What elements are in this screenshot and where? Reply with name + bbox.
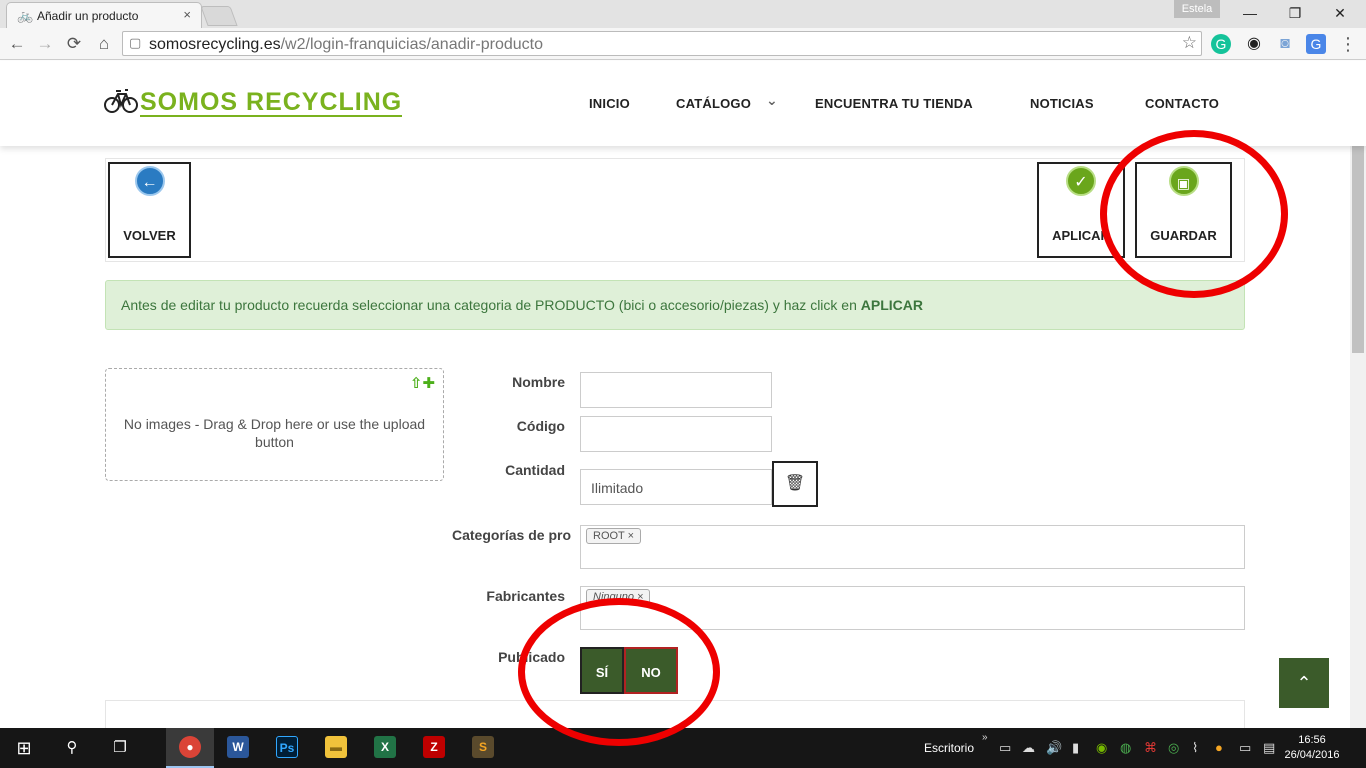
publicado-label: Publicado (498, 649, 565, 665)
chevron-down-icon[interactable]: ⌄ (766, 92, 778, 109)
nav-noticias[interactable]: NOTICIAS (1030, 96, 1094, 111)
onedrive-cloud-icon[interactable]: ☁ (1022, 740, 1035, 756)
clock-date: 26/04/2016 (1284, 749, 1340, 761)
bicycle-icon: 🚲 (17, 8, 34, 23)
restore-icon[interactable]: ❐ (1272, 2, 1318, 24)
url-text: somosrecycling.es/w2/login-franquicias/a… (149, 36, 543, 54)
bookmark-star-icon[interactable]: ☆ (1182, 33, 1197, 53)
categorias-label: Categorías de pro (451, 527, 571, 543)
tab-close-icon[interactable]: × (183, 7, 191, 22)
publicado-yes-button[interactable]: SÍ (580, 647, 624, 694)
categorias-select[interactable] (580, 525, 1245, 569)
guardar-button[interactable]: ▣ GUARDAR (1135, 162, 1232, 258)
trash-icon: 🗑 (784, 475, 806, 492)
network-globe-icon[interactable]: ◍ (1120, 740, 1131, 756)
url-path: /w2/login-franquicias/anadir-producto (280, 36, 543, 53)
excel-app-icon[interactable]: X (374, 736, 396, 758)
guardar-label: GUARDAR (1150, 228, 1217, 243)
page-icon: ▢ (129, 35, 142, 50)
url-host: somosrecycling.es (149, 36, 281, 53)
display-icon[interactable]: ▭ (1239, 740, 1251, 756)
nombre-input[interactable] (580, 372, 772, 408)
chevron-up-icon: ⌃ (1296, 673, 1312, 693)
page-scrollbar-thumb[interactable] (1352, 113, 1364, 353)
avast-icon[interactable]: ● (1215, 740, 1223, 755)
bicycle-logo-icon (104, 89, 138, 113)
notifications-icon[interactable]: ▤ (1263, 740, 1275, 756)
owl-icon[interactable]: ◉ (1244, 34, 1264, 54)
chrome-app-icon[interactable]: ● (179, 736, 201, 758)
publicado-no-button[interactable]: NO (624, 647, 678, 694)
volume-icon[interactable]: 🔊 (1046, 740, 1062, 756)
home-icon[interactable]: ⌂ (92, 32, 116, 56)
windows-start-icon[interactable]: ⊞ (4, 732, 44, 764)
volver-button[interactable]: ← VOLVER (108, 162, 191, 258)
windows-taskbar: ⊞ ⚲ ❐ ● W Ps ▬ X Z S Escritorio » ▭ ☁ 🔊 … (0, 728, 1366, 768)
camera-icon[interactable]: ◙ (1275, 34, 1295, 54)
fabricantes-label: Fabricantes (486, 588, 565, 604)
nvidia-icon[interactable]: ◉ (1096, 740, 1107, 756)
whatsapp-icon[interactable]: ◎ (1168, 740, 1179, 756)
tab-title: Añadir un producto (37, 9, 139, 23)
cantidad-input[interactable]: Ilimitado (580, 469, 772, 505)
logo-text: SOMOS RECYCLING (140, 88, 403, 117)
aplicar-button[interactable]: ✓ APLICAR (1037, 162, 1125, 258)
desktop-toolbar-label[interactable]: Escritorio (924, 741, 974, 755)
address-bar[interactable]: ▢ somosrecycling.es/w2/login-franquicias… (122, 31, 1202, 56)
grammarly-icon[interactable]: G (1211, 34, 1231, 54)
nav-catalogo[interactable]: CATÁLOGO (676, 96, 751, 111)
word-app-icon[interactable]: W (227, 736, 249, 758)
file-explorer-icon[interactable]: ▬ (325, 736, 347, 758)
close-window-icon[interactable]: ✕ (1317, 2, 1363, 24)
photoshop-app-icon[interactable]: Ps (276, 736, 298, 758)
search-icon[interactable]: ⚲ (52, 732, 92, 764)
filezilla-app-icon[interactable]: Z (423, 736, 445, 758)
browser-tab-bar: 🚲 Añadir un producto × Estela — ❐ ✕ (0, 0, 1366, 28)
floppy-disk-icon: ▣ (1168, 166, 1199, 196)
image-dropzone[interactable]: ⇧✚ No images - Drag & Drop here or use t… (105, 368, 444, 481)
forward-arrow-icon[interactable]: → (33, 32, 57, 56)
new-tab-button[interactable] (200, 6, 238, 26)
site-header: SOMOS RECYCLING INICIO CATÁLOGO ⌄ ENCUEN… (0, 61, 1366, 146)
codigo-label: Código (516, 418, 565, 434)
upload-add-icon[interactable]: ⇧✚ (410, 374, 435, 392)
clock-time: 16:56 (1298, 734, 1326, 746)
toolbar-expand-icon[interactable]: » (982, 732, 988, 743)
minimize-icon[interactable]: — (1227, 2, 1273, 24)
codigo-input[interactable] (580, 416, 772, 452)
wifi-icon[interactable]: ⌇ (1192, 740, 1198, 756)
clear-quantity-button[interactable]: 🗑 (772, 461, 818, 507)
alert-strong: APLICAR (860, 297, 924, 313)
nav-contacto[interactable]: CONTACTO (1145, 96, 1219, 111)
dropzone-text: No images - Drag & Drop here or use the … (123, 416, 426, 450)
category-tag-root[interactable]: ROOT × (586, 528, 642, 544)
nombre-label: Nombre (512, 374, 565, 390)
back-to-top-button[interactable]: ⌃ (1279, 658, 1329, 708)
reload-icon[interactable]: ⟳ (62, 32, 86, 56)
back-arrow-icon: ← (134, 166, 165, 196)
usb-icon[interactable]: ▮ (1072, 740, 1079, 756)
cantidad-label: Cantidad (505, 462, 565, 478)
pdf-icon[interactable]: ⌘ (1144, 740, 1157, 756)
tablet-icon[interactable]: ▭ (999, 740, 1011, 756)
profile-badge[interactable]: Estela (1174, 0, 1220, 18)
browser-menu-icon[interactable]: ⋮ (1338, 34, 1358, 54)
browser-toolbar: ← → ⟳ ⌂ ▢ somosrecycling.es/w2/login-fra… (0, 28, 1366, 60)
volver-label: VOLVER (123, 228, 176, 243)
alert-text: Antes de editar tu producto recuerda sel… (121, 297, 861, 313)
taskbar-clock[interactable]: 16:56 26/04/2016 (1284, 733, 1340, 763)
info-alert: Antes de editar tu producto recuerda sel… (105, 280, 1245, 330)
nav-encuentra-tu-tienda[interactable]: ENCUENTRA TU TIENDA (815, 96, 973, 111)
manufacturer-tag-ninguno[interactable]: Ninguno × (586, 589, 651, 605)
sublime-app-icon[interactable]: S (472, 736, 494, 758)
browser-tab[interactable]: 🚲 Añadir un producto × (6, 2, 202, 28)
nav-inicio[interactable]: INICIO (589, 96, 630, 111)
aplicar-label: APLICAR (1052, 228, 1110, 243)
checkmark-icon: ✓ (1066, 166, 1096, 196)
fabricantes-select[interactable] (580, 586, 1245, 630)
translate-icon[interactable]: G (1306, 34, 1326, 54)
back-arrow-icon[interactable]: ← (5, 32, 29, 56)
task-view-icon[interactable]: ❐ (100, 732, 140, 764)
